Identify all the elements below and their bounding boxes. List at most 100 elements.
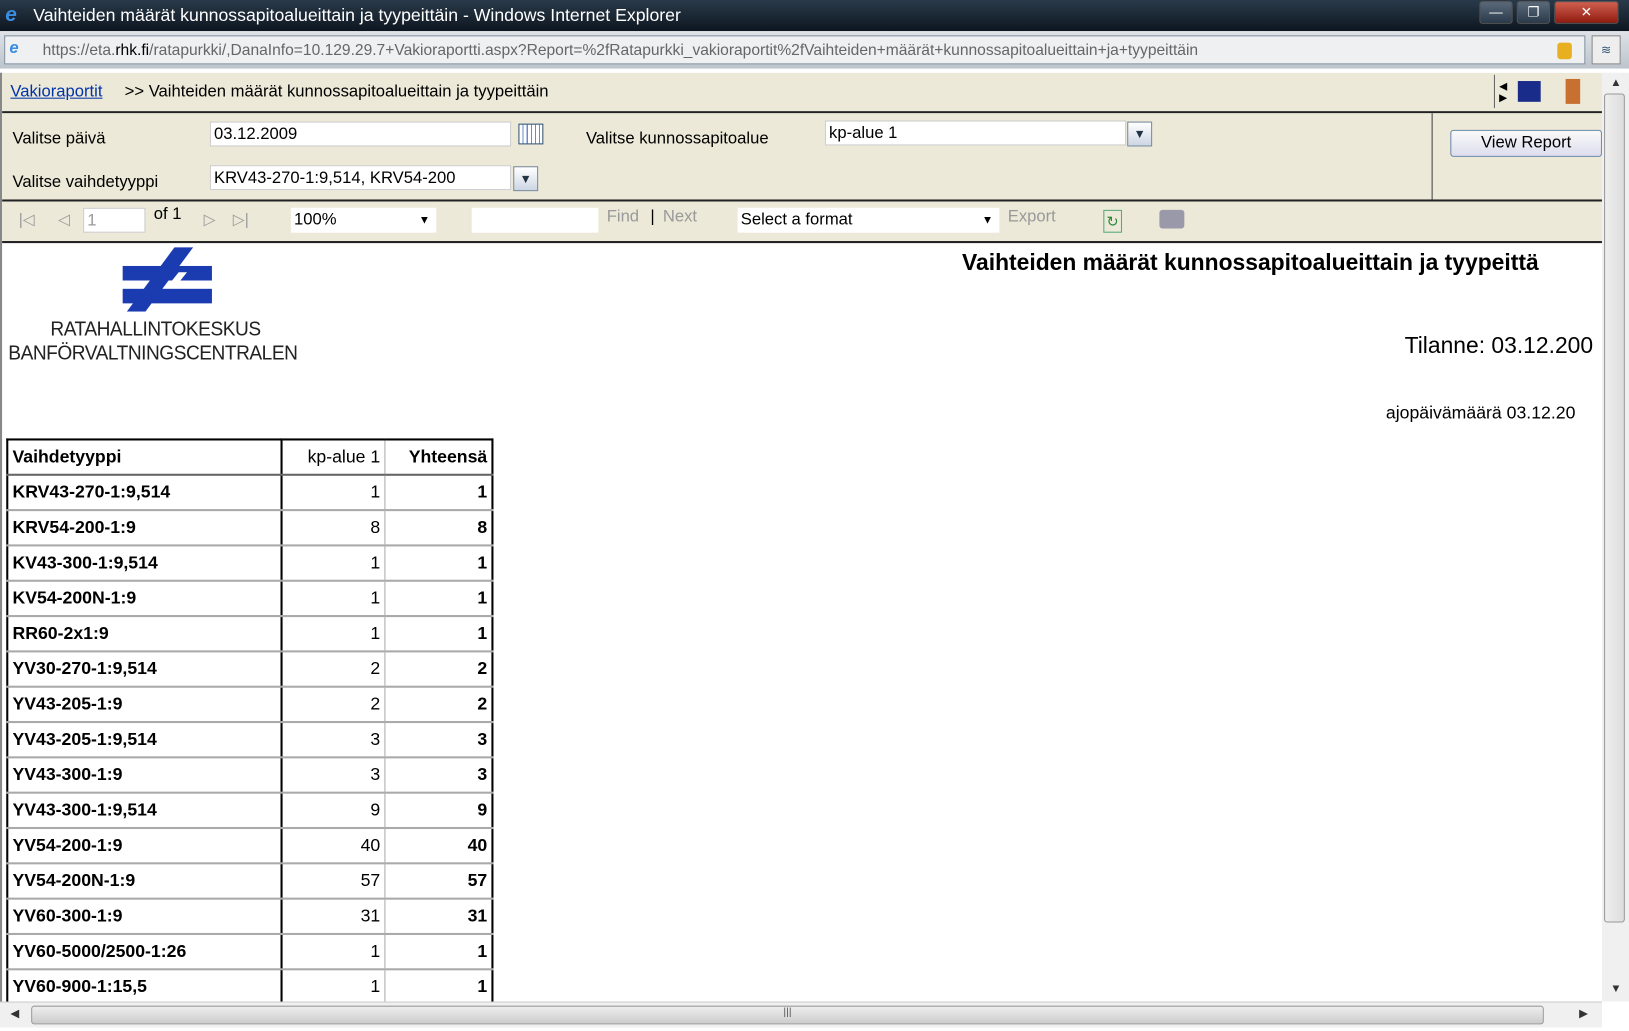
- table-cell: 1: [281, 933, 386, 971]
- table-cell: YV54-200-1:9: [6, 828, 283, 865]
- calendar-icon[interactable]: [518, 123, 544, 145]
- view-report-button[interactable]: View Report: [1450, 129, 1602, 157]
- table-row: YV30-270-1:9,514 2 2: [6, 651, 494, 688]
- url-rest: /ratapurkki/,DanaInfo=10.129.29.7+Vakior…: [149, 41, 1199, 60]
- table-cell: YV43-205-1:9,514: [6, 722, 283, 759]
- find-link[interactable]: Find: [607, 208, 639, 227]
- minimize-button[interactable]: —: [1479, 1, 1513, 24]
- table-cell: YV60-5000/2500-1:26: [6, 933, 283, 971]
- table-row: KRV43-270-1:9,514 1 1: [6, 474, 494, 512]
- table-cell: 3: [384, 757, 494, 794]
- type-label: Valitse vaihdetyyppi: [12, 173, 159, 192]
- table-cell: 1: [281, 545, 386, 582]
- zoom-value: 100%: [294, 210, 337, 229]
- table-cell: YV43-300-1:9: [6, 757, 283, 794]
- horizontal-scroll-thumb[interactable]: |||: [31, 1005, 1544, 1025]
- table-cell: 9: [281, 792, 386, 830]
- exit-door-icon[interactable]: [1565, 78, 1581, 104]
- date-input[interactable]: 03.12.2009: [209, 121, 512, 147]
- table-row: YV54-200N-1:9 57 57: [6, 863, 494, 900]
- scroll-down-icon[interactable]: ▼: [1610, 983, 1621, 995]
- next-link[interactable]: Next: [663, 208, 697, 227]
- previous-page-icon[interactable]: ◁: [58, 210, 70, 229]
- zoom-select[interactable]: 100% ▼: [290, 207, 437, 233]
- separator: |: [650, 207, 655, 226]
- page-number-input[interactable]: 1: [83, 207, 146, 233]
- table-cell: KRV43-270-1:9,514: [6, 474, 283, 512]
- url-prefix: https://eta.: [42, 41, 116, 60]
- column-header: Yhteensä: [384, 438, 494, 476]
- table-row: YV43-205-1:9 2 2: [6, 686, 494, 724]
- table-row: YV43-300-1:9,514 9 9: [6, 792, 494, 830]
- report-toolbar: |◁ ◁ 1 of 1 ▷ ▷| 100% ▼ Find | Next Selec…: [2, 201, 1602, 244]
- window-title: Vaihteiden määrät kunnossapitoalueittain…: [33, 5, 681, 25]
- report-status-date: Tilanne: 03.12.200: [1404, 332, 1594, 359]
- chevron-down-icon[interactable]: ▼: [513, 166, 539, 192]
- title-bar: e Vaihteiden määrät kunnossapitoalueitta…: [0, 0, 1629, 32]
- scroll-right-icon[interactable]: ▶: [1579, 1007, 1588, 1020]
- table-cell: KV43-300-1:9,514: [6, 545, 283, 582]
- table-row: KV54-200N-1:9 1 1: [6, 580, 494, 618]
- table-cell: 3: [281, 722, 386, 759]
- column-header: Vaihdetyyppi: [6, 438, 283, 476]
- report-icon[interactable]: [1517, 81, 1541, 102]
- last-page-icon[interactable]: ▷|: [233, 210, 249, 229]
- find-input[interactable]: [471, 207, 599, 233]
- next-page-icon[interactable]: ▷: [204, 210, 216, 229]
- url-field[interactable]: e https://eta.rhk.fi/ratapurkki/,DanaInf…: [4, 35, 1586, 65]
- table-row: YV43-300-1:9 3 3: [6, 757, 494, 794]
- table-row: YV54-200-1:9 40 40: [6, 828, 494, 865]
- table-cell: 1: [384, 545, 494, 582]
- table-cell: 1: [281, 474, 386, 512]
- format-select[interactable]: Select a format ▼: [737, 207, 1000, 233]
- type-select[interactable]: KRV43-270-1:9,514, KRV54-200: [209, 165, 512, 191]
- table-cell: 31: [281, 898, 386, 936]
- table-cell: YV60-300-1:9: [6, 898, 283, 936]
- rss-feed-icon[interactable]: ≋: [1591, 35, 1621, 65]
- close-button[interactable]: ✕: [1554, 1, 1619, 24]
- table-cell: 40: [384, 828, 494, 865]
- page-icon: e: [9, 39, 19, 58]
- restore-button[interactable]: ❐: [1516, 1, 1551, 24]
- table-cell: 1: [384, 933, 494, 971]
- export-link[interactable]: Export: [1008, 208, 1056, 227]
- refresh-icon[interactable]: ↻: [1103, 209, 1123, 233]
- scroll-left-icon[interactable]: ◀: [10, 1007, 19, 1020]
- first-page-icon[interactable]: |◁: [19, 210, 35, 229]
- crumb-icons: ◀ ▶: [1493, 74, 1599, 109]
- area-select[interactable]: kp-alue 1: [824, 120, 1127, 146]
- area-label: Valitse kunnossapitoalue: [585, 129, 769, 148]
- table-cell: 57: [384, 863, 494, 900]
- table-cell: 1: [281, 969, 386, 1002]
- table-row: KV43-300-1:9,514 1 1: [6, 545, 494, 582]
- table-row: YV60-5000/2500-1:26 1 1: [6, 933, 494, 971]
- vertical-scrollbar[interactable]: ▲ ▼: [1601, 72, 1629, 1002]
- table-cell: 2: [384, 686, 494, 724]
- divider: [1431, 113, 1433, 200]
- page-count: of 1: [153, 205, 182, 224]
- date-label: Valitse päivä: [12, 129, 106, 148]
- horizontal-scrollbar[interactable]: ◀ ||| ▶: [0, 1001, 1602, 1028]
- parameters-panel: Valitse päivä 03.12.2009 Valitse kunnoss…: [2, 113, 1602, 202]
- logo-line-2: BANFÖRVALTNINGSCENTRALEN: [8, 341, 298, 365]
- vertical-scroll-thumb[interactable]: [1604, 93, 1625, 923]
- scroll-up-icon[interactable]: ▲: [1610, 77, 1621, 89]
- table-cell: 3: [384, 722, 494, 759]
- table-row: RR60-2x1:9 1 1: [6, 616, 494, 653]
- table-row: YV43-205-1:9,514 3 3: [6, 722, 494, 759]
- chevron-down-icon[interactable]: ▼: [1127, 121, 1153, 147]
- chevron-down-icon: ▼: [981, 214, 994, 227]
- logo-line-1: RATAHALLINTOKESKUS: [50, 317, 261, 341]
- table-header: Vaihdetyyppi kp-alue 1 Yhteensä: [6, 438, 494, 476]
- lock-icon[interactable]: [1557, 42, 1572, 60]
- breadcrumb-link-vakioraportit[interactable]: Vakioraportit: [10, 83, 102, 102]
- table-cell: YV30-270-1:9,514: [6, 651, 283, 688]
- table-cell: KRV54-200-1:9: [6, 510, 283, 547]
- table-cell: YV54-200N-1:9: [6, 863, 283, 900]
- table-cell: 1: [384, 969, 494, 1002]
- table-cell: 2: [281, 651, 386, 688]
- logo-mark-icon: [122, 247, 212, 312]
- print-icon[interactable]: [1159, 209, 1185, 229]
- table-cell: 40: [281, 828, 386, 865]
- collapse-arrows-icon[interactable]: ◀ ▶: [1499, 81, 1507, 104]
